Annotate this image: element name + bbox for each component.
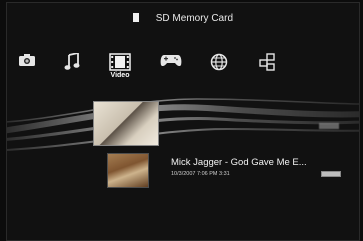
music-note-icon	[64, 53, 80, 70]
category-extras[interactable]	[251, 53, 283, 93]
selected-video-format-badge	[319, 123, 339, 129]
video-details: 10/3/2007 7:06 PM 3:31	[171, 171, 230, 177]
category-photo[interactable]	[11, 53, 43, 93]
sd-card-icon	[132, 13, 139, 22]
category-game[interactable]	[155, 53, 187, 93]
category-video-label: Video	[110, 72, 130, 79]
camera-icon	[19, 54, 35, 66]
film-strip-icon	[109, 53, 131, 71]
category-video[interactable]: Video	[104, 53, 136, 93]
gamepad-icon	[160, 55, 182, 67]
category-music[interactable]	[56, 53, 88, 93]
storage-label: SD Memory Card	[155, 13, 234, 24]
selected-video-title[interactable]	[167, 107, 347, 123]
video-thumbnail[interactable]	[107, 153, 149, 188]
video-title[interactable]: Mick Jagger - God Gave Me E...	[171, 157, 307, 168]
storage-header: SD Memory Card	[7, 13, 359, 29]
xmb-screen: SD Memory Card Video Mick Jagger - God G…	[6, 2, 360, 241]
video-format-badge	[321, 171, 341, 177]
selected-video-thumbnail[interactable]	[93, 101, 159, 146]
globe-icon	[210, 53, 228, 71]
category-network[interactable]	[203, 53, 235, 93]
network-icon	[259, 53, 275, 71]
xmb-category-bar: Video	[7, 53, 359, 93]
